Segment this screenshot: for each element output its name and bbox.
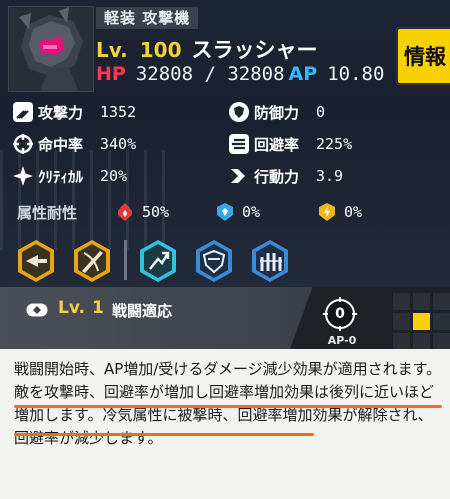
- skill-shield-buff[interactable]: [192, 239, 236, 283]
- skill-description: 戦闘開始時、AP増加/受けるダメージ減少効果が適用されます。敵を攻撃時、回避率が…: [14, 360, 442, 447]
- skill-blast[interactable]: [14, 239, 58, 283]
- squad-buff-icon: [252, 240, 288, 282]
- shield-icon: [228, 101, 250, 123]
- range-cell: [393, 313, 410, 330]
- diamond-icon: [26, 303, 48, 317]
- swords-icon: [12, 101, 34, 123]
- mobility-value: 3.9: [316, 167, 344, 185]
- dash-icon: [140, 240, 176, 282]
- skill-level-label: Lv.: [58, 298, 85, 318]
- ap-cost-number: 0: [335, 306, 345, 322]
- fire-icon: [114, 201, 136, 223]
- accuracy-label: 命中率: [38, 135, 84, 154]
- stat-defense: 防御力: [228, 99, 299, 125]
- accuracy-value: 340%: [100, 135, 137, 153]
- ap-cost-label: AP-0: [327, 334, 357, 347]
- resistance-electric: 0%: [316, 200, 362, 224]
- range-cell: [433, 293, 450, 310]
- unit-class-tag: 軽装 攻撃機: [96, 7, 199, 29]
- skill-slash[interactable]: [70, 239, 114, 283]
- resistance-fire: 50%: [114, 200, 169, 224]
- ice-icon: [214, 201, 236, 223]
- range-cell: [393, 293, 410, 310]
- sparkle-icon: [12, 165, 34, 187]
- stat-accuracy: 命中率: [12, 131, 83, 157]
- stat-critical: ｸﾘﾃｨｶﾙ: [12, 163, 83, 189]
- stat-attack: 攻撃力: [12, 99, 83, 125]
- skill-level-value: 1: [92, 298, 104, 318]
- range-grid: [393, 293, 450, 350]
- hp-value: 32808 / 32808: [135, 63, 285, 85]
- highlight-underline: [14, 405, 442, 408]
- range-cell: [413, 333, 430, 350]
- attack-value: 1352: [100, 103, 137, 121]
- range-cell: [433, 313, 450, 330]
- info-button[interactable]: 情報: [396, 27, 450, 85]
- unit-level-line: Lv. 100 スラッシャー: [96, 34, 318, 62]
- mobility-label: 行動力: [254, 167, 300, 186]
- skill-dash[interactable]: [136, 239, 180, 283]
- mech-portrait-icon: [9, 7, 93, 91]
- hp-label: HP: [96, 63, 126, 85]
- critical-value: 20%: [100, 167, 128, 185]
- evasion-label: 回避率: [254, 135, 300, 154]
- ap-label: AP: [288, 63, 318, 85]
- resistance-ice: 0%: [214, 200, 260, 224]
- skill-divider: [124, 240, 127, 280]
- defense-value: 0: [316, 103, 326, 121]
- range-cell: [393, 333, 410, 350]
- attack-label: 攻撃力: [38, 103, 84, 122]
- ice-resistance-value: 0%: [242, 203, 261, 221]
- stat-mobility: 行動力: [228, 163, 299, 189]
- range-cell-active: [413, 313, 430, 330]
- level-value: 100: [139, 38, 182, 62]
- highlight-underline: [14, 433, 314, 436]
- fire-resistance-value: 50%: [142, 203, 170, 221]
- speed-lines-icon: [228, 133, 250, 155]
- slash-icon: [74, 240, 110, 282]
- unit-hp-ap-line: HP 32808 / 32808 AP 10.80: [96, 63, 384, 89]
- range-cell: [433, 333, 450, 350]
- crosshair-icon: [12, 133, 34, 155]
- stat-evasion: 回避率: [228, 131, 299, 157]
- resistance-label: 属性耐性: [17, 204, 78, 222]
- evasion-value: 225%: [316, 135, 353, 153]
- skill-squad-buff[interactable]: [248, 239, 292, 283]
- unit-portrait[interactable]: [8, 6, 94, 92]
- shield-buff-icon: [196, 240, 232, 282]
- lightning-icon: [316, 201, 338, 223]
- level-label: Lv.: [96, 38, 128, 62]
- skill-title: 戦闘適応: [112, 302, 173, 320]
- blast-icon: [18, 240, 54, 282]
- electric-resistance-value: 0%: [344, 203, 363, 221]
- critical-label: ｸﾘﾃｨｶﾙ: [38, 167, 84, 186]
- unit-name: スラッシャー: [191, 38, 318, 62]
- range-cell: [413, 293, 430, 310]
- defense-label: 防御力: [254, 103, 300, 122]
- ap-value: 10.80: [327, 63, 385, 85]
- chevron-right-icon: [228, 165, 250, 187]
